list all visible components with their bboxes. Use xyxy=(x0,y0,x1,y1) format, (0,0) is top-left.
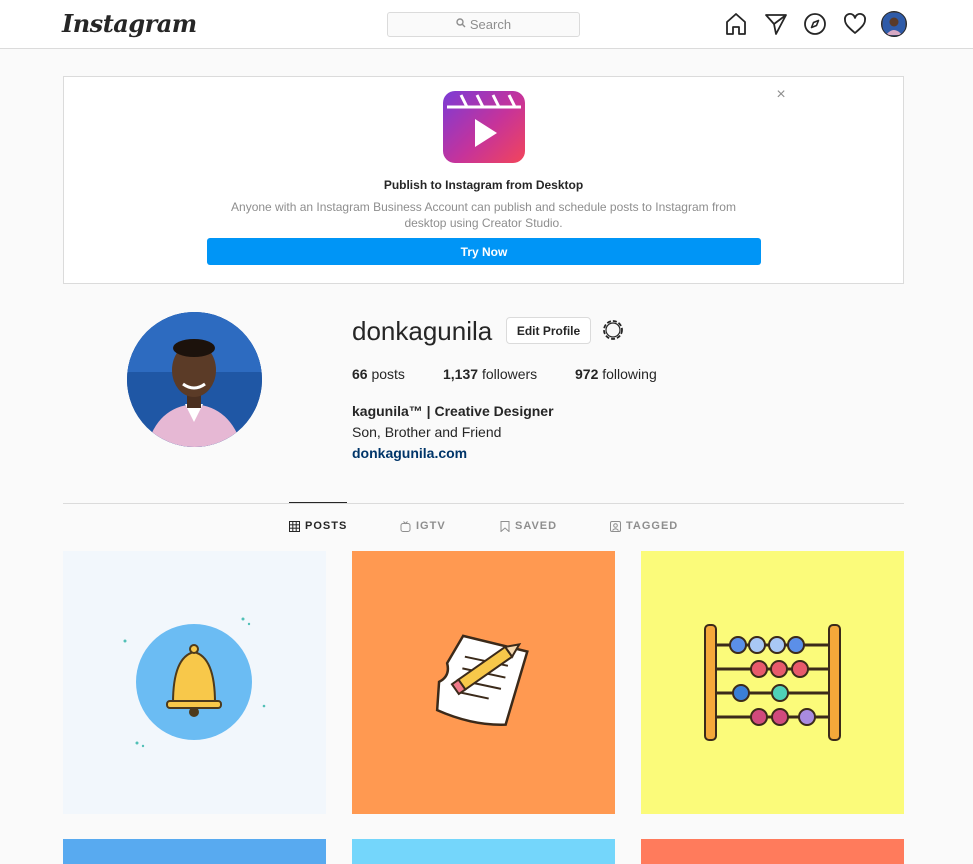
followers-label: followers xyxy=(481,366,538,382)
banner-description: Anyone with an Instagram Business Accoun… xyxy=(231,200,736,230)
tab-saved-label: SAVED xyxy=(515,520,558,532)
tab-tagged-label: TAGGED xyxy=(626,520,679,532)
home-icon[interactable] xyxy=(722,10,750,38)
posts-label: posts xyxy=(371,366,405,382)
edit-profile-button[interactable]: Edit Profile xyxy=(506,317,591,344)
tab-posts[interactable]: POSTS xyxy=(289,520,347,532)
banner-title: Publish to Instagram from Desktop xyxy=(383,178,584,192)
posts-count: 66 xyxy=(352,366,368,382)
bio-text: Son, Brother and Friend xyxy=(352,424,502,440)
following-count: 972 xyxy=(575,366,599,382)
posts-stat: 66 posts xyxy=(352,366,405,382)
creator-studio-app-icon xyxy=(443,91,525,163)
post-tile[interactable] xyxy=(63,839,326,864)
instagram-logo[interactable]: Instagram xyxy=(62,9,197,38)
grid-icon xyxy=(289,520,300,532)
tagged-icon xyxy=(610,520,621,532)
direct-icon[interactable] xyxy=(762,10,790,38)
post-tile-paper-pencil[interactable] xyxy=(352,551,615,814)
bio-website-link[interactable]: donkagunila.com xyxy=(352,445,467,461)
nav-icons xyxy=(722,10,920,38)
post-tile-bell[interactable] xyxy=(63,551,326,814)
active-tab-indicator xyxy=(289,502,347,503)
post-tile-abacus[interactable] xyxy=(641,551,904,814)
tab-igtv-label: IGTV xyxy=(416,520,446,532)
top-navbar: Instagram Search xyxy=(0,0,973,49)
igtv-icon xyxy=(400,520,411,532)
profile-avatar-large[interactable] xyxy=(127,312,262,447)
following-label: following xyxy=(602,366,657,382)
settings-gear-icon[interactable] xyxy=(601,318,625,342)
tab-saved[interactable]: SAVED xyxy=(500,520,557,532)
tab-igtv[interactable]: IGTV xyxy=(400,520,446,532)
try-now-button[interactable]: Try Now xyxy=(207,238,761,265)
profile-username: donkagunila xyxy=(352,316,493,346)
creator-studio-banner: × Publish to Instagram from Desktop Anyo… xyxy=(63,76,904,284)
tab-tagged[interactable]: TAGGED xyxy=(610,520,678,532)
followers-stat[interactable]: 1,137 followers xyxy=(443,366,537,382)
post-tile[interactable] xyxy=(352,839,615,864)
profile-avatar[interactable] xyxy=(880,10,908,38)
close-icon[interactable]: × xyxy=(774,87,788,103)
activity-heart-icon[interactable] xyxy=(841,10,869,38)
explore-icon[interactable] xyxy=(801,10,829,38)
bio-full-name: kagunila™ | Creative Designer xyxy=(352,403,554,419)
post-tile[interactable] xyxy=(641,839,904,864)
following-stat[interactable]: 972 following xyxy=(575,366,657,382)
search-input[interactable]: Search xyxy=(387,12,580,37)
tabs-divider xyxy=(63,503,904,504)
search-placeholder: Search xyxy=(469,17,512,32)
followers-count: 1,137 xyxy=(443,366,479,382)
search-icon xyxy=(456,18,466,31)
tab-posts-label: POSTS xyxy=(305,520,348,532)
bookmark-icon xyxy=(500,520,510,532)
